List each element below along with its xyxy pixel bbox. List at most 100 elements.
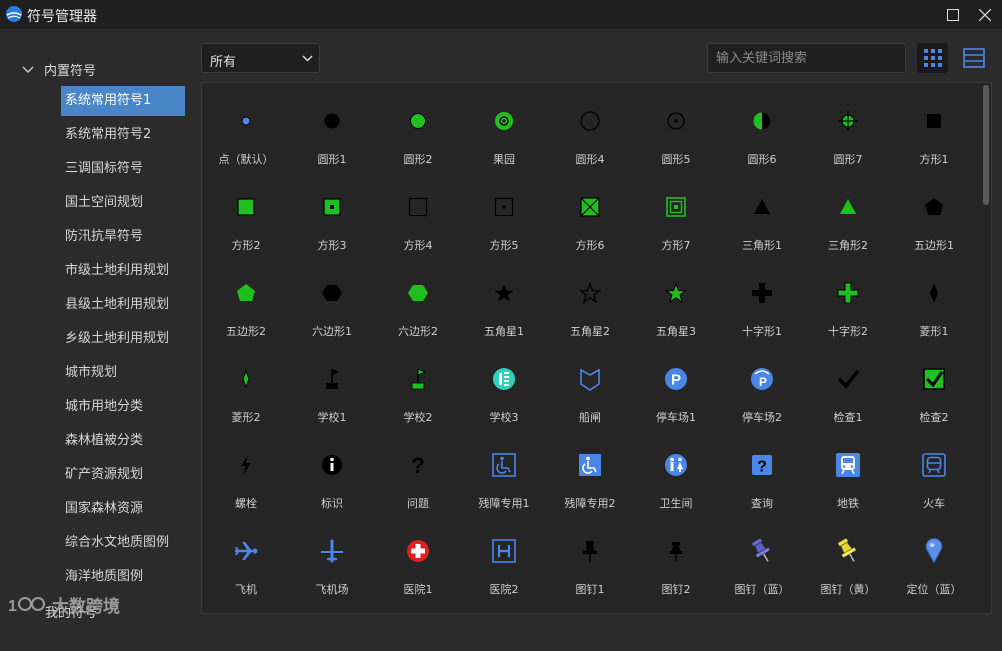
symbol-item[interactable]: 菱形2 <box>203 347 289 433</box>
chevron-down-icon <box>302 55 313 62</box>
square-black-icon <box>914 101 954 141</box>
symbol-item[interactable]: 圆形2 <box>375 89 461 175</box>
symbol-item[interactable]: 方形7 <box>633 175 719 261</box>
symbol-item[interactable]: 检查2 <box>891 347 977 433</box>
symbol-item[interactable]: 点（默认） <box>203 89 289 175</box>
symbol-item[interactable]: 圆形6 <box>719 89 805 175</box>
diamond-green-icon <box>226 359 266 399</box>
symbol-item[interactable]: 检查1 <box>805 347 891 433</box>
symbol-item[interactable]: 菱形1 <box>891 261 977 347</box>
symbol-item[interactable]: 果园 <box>461 89 547 175</box>
symbol-item[interactable]: 残障专用1 <box>461 433 547 519</box>
symbol-label: 菱形2 <box>231 411 261 424</box>
symbol-item[interactable]: 六边形1 <box>289 261 375 347</box>
symbol-item[interactable]: 卫生间 <box>633 433 719 519</box>
category-filter-select[interactable]: 所有 <box>201 43 320 73</box>
sidebar-item[interactable]: 城市规划 <box>61 358 185 388</box>
symbol-item[interactable]: 方形6 <box>547 175 633 261</box>
vertical-scrollbar[interactable] <box>982 85 990 613</box>
symbol-item[interactable]: 三角形2 <box>805 175 891 261</box>
symbol-item[interactable]: 学校3 <box>461 347 547 433</box>
symbol-item[interactable]: 六边形2 <box>375 261 461 347</box>
symbol-item[interactable]: 方形1 <box>891 89 977 175</box>
symbol-item[interactable]: 医院1 <box>375 519 461 605</box>
grid-view-button[interactable] <box>917 43 948 73</box>
symbol-item[interactable]: 飞机 <box>203 519 289 605</box>
tree-root-builtin[interactable]: 内置符号 <box>22 60 96 79</box>
symbol-item[interactable]: 学校2 <box>375 347 461 433</box>
sidebar-item[interactable]: 国土空间规划 <box>61 188 185 218</box>
watermark-logo-icon: 1 <box>8 596 45 615</box>
sidebar-item[interactable]: 矿产资源规划 <box>61 460 185 490</box>
symbol-label: 点（默认） <box>218 153 274 166</box>
symbol-item[interactable]: 五边形2 <box>203 261 289 347</box>
star-outline-icon <box>570 273 610 313</box>
bolt-black-icon <box>226 445 266 485</box>
symbol-item[interactable]: 图钉（黄） <box>805 519 891 605</box>
sidebar-item[interactable]: 综合水文地质图例 <box>61 528 185 558</box>
symbol-item[interactable]: 医院2 <box>461 519 547 605</box>
symbol-item[interactable]: 火车 <box>891 433 977 519</box>
symbol-item[interactable]: 圆形5 <box>633 89 719 175</box>
symbol-item[interactable]: 方形4 <box>375 175 461 261</box>
symbol-label: 图钉1 <box>575 583 605 596</box>
symbol-item[interactable]: 方形3 <box>289 175 375 261</box>
symbol-label: 三角形1 <box>742 239 782 252</box>
sidebar-item[interactable]: 海洋地质图例 <box>61 562 185 592</box>
symbol-item[interactable]: 方形5 <box>461 175 547 261</box>
symbol-item[interactable]: 五边形1 <box>891 175 977 261</box>
symbol-item[interactable]: 船闸 <box>547 347 633 433</box>
symbol-item[interactable]: P 停车场1 <box>633 347 719 433</box>
pushpin-yellow-icon <box>828 531 868 571</box>
symbol-label: 标识 <box>321 497 343 510</box>
sidebar-item[interactable]: 市级土地利用规划 <box>61 256 185 286</box>
symbol-label: 方形1 <box>919 153 949 166</box>
symbol-item[interactable]: 地铁 <box>805 433 891 519</box>
sidebar-item[interactable]: 城市用地分类 <box>61 392 185 422</box>
sidebar-item[interactable]: 防汛抗旱符号 <box>61 222 185 252</box>
symbol-item[interactable]: 五角星1 <box>461 261 547 347</box>
symbol-item[interactable]: 方形2 <box>203 175 289 261</box>
sidebar-item[interactable]: 国家森林资源 <box>61 494 185 524</box>
symbol-item[interactable]: 图钉1 <box>547 519 633 605</box>
symbol-label: 检查2 <box>919 411 949 424</box>
symbol-item[interactable]: ? 问题 <box>375 433 461 519</box>
symbol-label: 十字形1 <box>742 325 782 338</box>
symbol-item[interactable]: 十字形2 <box>805 261 891 347</box>
cross-green-icon <box>828 273 868 313</box>
sidebar-item[interactable]: 系统常用符号2 <box>61 120 185 150</box>
symbol-item[interactable]: 图钉（蓝） <box>719 519 805 605</box>
symbol-item[interactable]: 图钉2 <box>633 519 719 605</box>
hexagon-green-icon <box>398 273 438 313</box>
symbol-item[interactable]: 学校1 <box>289 347 375 433</box>
symbol-item[interactable]: 五角星2 <box>547 261 633 347</box>
sidebar-item[interactable]: 县级土地利用规划 <box>61 290 185 320</box>
symbol-item[interactable]: 飞机场 <box>289 519 375 605</box>
symbol-item[interactable]: 五角星3 <box>633 261 719 347</box>
symbol-item[interactable]: 十字形1 <box>719 261 805 347</box>
symbol-item[interactable]: 圆形7 <box>805 89 891 175</box>
star-green-icon <box>656 273 696 313</box>
symbol-label: 问题 <box>407 497 429 510</box>
symbol-item[interactable]: 圆形1 <box>289 89 375 175</box>
close-button[interactable] <box>962 0 1002 29</box>
scrollbar-thumb[interactable] <box>983 85 989 205</box>
symbol-item[interactable]: 螺栓 <box>203 433 289 519</box>
search-input[interactable] <box>707 43 906 73</box>
square-outline-dot-icon <box>484 187 524 227</box>
sidebar-item[interactable]: 森林植被分类 <box>61 426 185 456</box>
symbol-item[interactable]: 残障专用2 <box>547 433 633 519</box>
sidebar-item[interactable]: 乡级土地利用规划 <box>61 324 185 354</box>
symbol-item[interactable]: 定位（蓝） <box>891 519 977 605</box>
symbol-item[interactable]: 圆形4 <box>547 89 633 175</box>
sidebar-item[interactable]: 系统常用符号1 <box>61 86 185 116</box>
check-green-box-icon <box>914 359 954 399</box>
symbol-item[interactable]: P 停车场2 <box>719 347 805 433</box>
symbol-item[interactable]: 三角形1 <box>719 175 805 261</box>
symbol-label: 卫生间 <box>659 497 693 510</box>
list-view-button[interactable] <box>958 43 989 73</box>
symbol-item[interactable]: 标识 <box>289 433 375 519</box>
symbol-item[interactable]: ? 查询 <box>719 433 805 519</box>
dot-blue-icon <box>226 101 266 141</box>
sidebar-item[interactable]: 三调国标符号 <box>61 154 185 184</box>
